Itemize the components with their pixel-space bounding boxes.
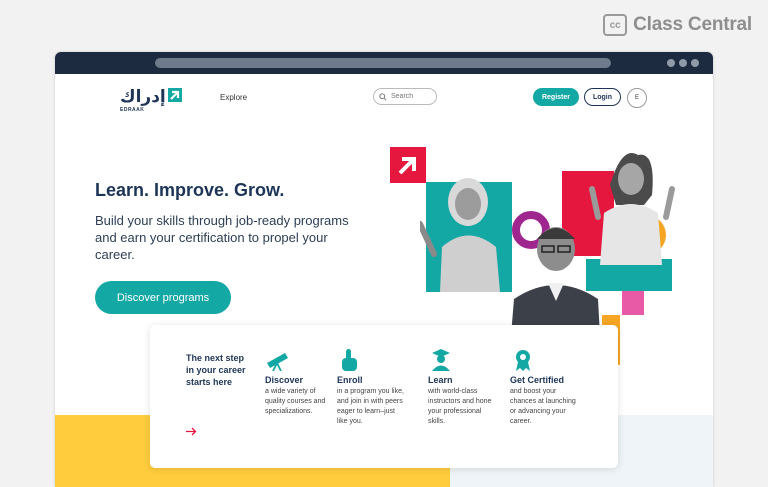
step-text: and boost your chances at launching or a…: [510, 388, 576, 425]
hero-subtitle: Build your skills through job-ready prog…: [95, 213, 349, 262]
cc-logo-icon: cc: [603, 14, 628, 36]
logo-latin-text: EDRAAK: [120, 107, 145, 113]
class-central-watermark: cc Class Central: [603, 14, 752, 36]
step-title: Enroll: [337, 375, 363, 385]
step-discover: Discover a wide variety of quality cours…: [265, 349, 333, 417]
step-text: in a program you like, and join in with …: [337, 388, 404, 425]
register-button[interactable]: Register: [533, 88, 579, 106]
telescope-icon: [267, 353, 288, 371]
discover-programs-button[interactable]: Discover programs: [95, 281, 231, 314]
class-central-text: Class Central: [633, 14, 752, 35]
pointing-hand-icon: [342, 349, 357, 371]
browser-window: إدراك EDRAAK Explore Register Login E Le…: [55, 52, 713, 487]
search-input[interactable]: [391, 93, 431, 100]
step-text: a wide variety of quality courses and sp…: [265, 388, 326, 415]
edraak-logo[interactable]: إدراك EDRAAK: [120, 87, 182, 113]
login-button[interactable]: Login: [584, 88, 621, 106]
step-title: Discover: [265, 375, 304, 385]
woman-thumbs-up-photo: [589, 153, 675, 265]
site-header: إدراك EDRAAK Explore Register Login E: [55, 74, 713, 124]
step-text: with world-class instructors and hone yo…: [428, 388, 492, 425]
address-bar[interactable]: [155, 58, 611, 68]
explore-link[interactable]: Explore: [220, 93, 247, 102]
language-toggle-button[interactable]: E: [627, 88, 647, 108]
award-ribbon-icon: [516, 350, 530, 371]
arrow-right-icon[interactable]: [186, 427, 197, 436]
logo-arrow-icon: [167, 88, 182, 102]
step-learn: Learn with world-class instructors and h…: [428, 349, 496, 427]
window-dot-icon[interactable]: [667, 59, 675, 67]
step-get-certified: Get Certified and boost your chances at …: [510, 349, 578, 427]
career-steps-card: The next step in your career starts here…: [150, 325, 618, 468]
graduate-icon: [432, 349, 450, 371]
step-title: Learn: [428, 375, 453, 385]
hero-title: Learn. Improve. Grow.: [95, 180, 285, 200]
browser-title-bar: [55, 52, 713, 74]
woman-hijab-photo: [420, 178, 500, 292]
steps-intro: The next step in your career starts here: [186, 353, 246, 387]
step-title: Get Certified: [510, 375, 565, 385]
logo-arabic-text: إدراك: [120, 87, 166, 107]
window-dot-icon[interactable]: [679, 59, 687, 67]
step-enroll: Enroll in a program you like, and join i…: [337, 349, 405, 427]
search-icon: [379, 92, 387, 101]
search-box[interactable]: [373, 88, 437, 105]
pink-block: [622, 291, 644, 315]
window-dot-icon[interactable]: [691, 59, 699, 67]
